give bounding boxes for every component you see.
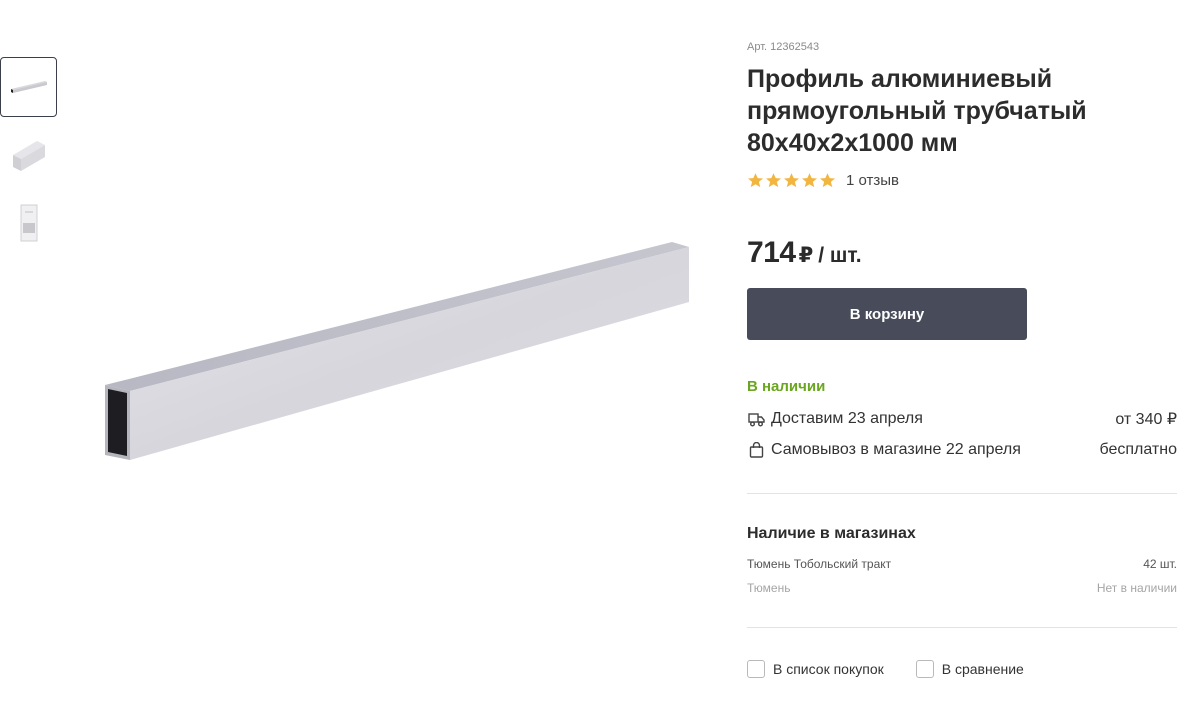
product-title: Профиль алюминиевый прямоугольный трубча…	[747, 65, 1087, 157]
store-quantity: 42 шт.	[1143, 557, 1177, 571]
product-actions: В список покупок В сравнение	[747, 660, 1056, 678]
star-icon	[766, 173, 781, 188]
star-icon	[748, 173, 763, 188]
compare-label: В сравнение	[941, 661, 1024, 677]
delivery-price: от 340 ₽	[1115, 411, 1177, 428]
store-quantity: Нет в наличии	[1096, 581, 1177, 595]
shopping-list-checkbox[interactable]	[747, 660, 765, 678]
pickup-label: Самовывоз в магазине 22 апреля	[771, 441, 1021, 458]
product-main-image	[90, 220, 710, 480]
stock-status: В наличии	[747, 378, 826, 395]
price-currency: ₽	[798, 244, 814, 267]
star-icon	[784, 173, 799, 188]
divider	[747, 627, 1177, 628]
pickup-price: бесплатно	[1099, 441, 1178, 458]
store-name: Тюмень Тобольский тракт	[747, 557, 892, 571]
store-row[interactable]: Тюмень Нет в наличии	[747, 581, 1177, 595]
profile-thumbnail-image	[10, 81, 47, 93]
shopping-list-label: В список покупок	[773, 661, 884, 677]
shopping-bag-icon	[747, 441, 765, 459]
stores-title: Наличие в магазинах	[747, 525, 916, 542]
price-unit: / шт.	[818, 244, 862, 267]
add-to-cart-button[interactable]: В корзину	[747, 288, 1027, 340]
price-value: 714	[747, 236, 796, 269]
thumbnail-1[interactable]	[0, 57, 57, 117]
divider	[747, 493, 1177, 494]
price: 714 ₽ / шт.	[747, 236, 862, 270]
delivery-option: Доставим 23 апреля от 340 ₽	[747, 409, 1177, 429]
thumbnail-2[interactable]	[0, 125, 57, 185]
product-page: Арт. 12362543 Профиль алюминиевый прямоу…	[0, 0, 1192, 727]
pickup-option: Самовывоз в магазине 22 апреля бесплатно	[747, 441, 1177, 459]
delivery-label: Доставим 23 апреля	[771, 410, 923, 427]
store-row[interactable]: Тюмень Тобольский тракт 42 шт.	[747, 557, 1177, 571]
reviews-link[interactable]: 1 отзыв	[846, 172, 899, 189]
shopping-list-toggle[interactable]: В список покупок	[747, 660, 884, 678]
star-icon	[820, 173, 835, 188]
store-name: Тюмень	[747, 581, 791, 595]
thumbnail-list	[0, 57, 57, 261]
sku-label: Арт. 12362543	[747, 41, 820, 53]
thumbnail-3[interactable]	[0, 193, 57, 253]
profile-label-thumbnail-image	[20, 204, 37, 242]
compare-toggle[interactable]: В сравнение	[915, 660, 1024, 678]
star-rating	[747, 172, 837, 189]
profile-angle-thumbnail-image	[12, 141, 45, 171]
star-icon	[802, 173, 817, 188]
compare-checkbox[interactable]	[915, 660, 934, 678]
rating: 1 отзыв	[747, 172, 899, 189]
truck-icon	[747, 410, 765, 428]
